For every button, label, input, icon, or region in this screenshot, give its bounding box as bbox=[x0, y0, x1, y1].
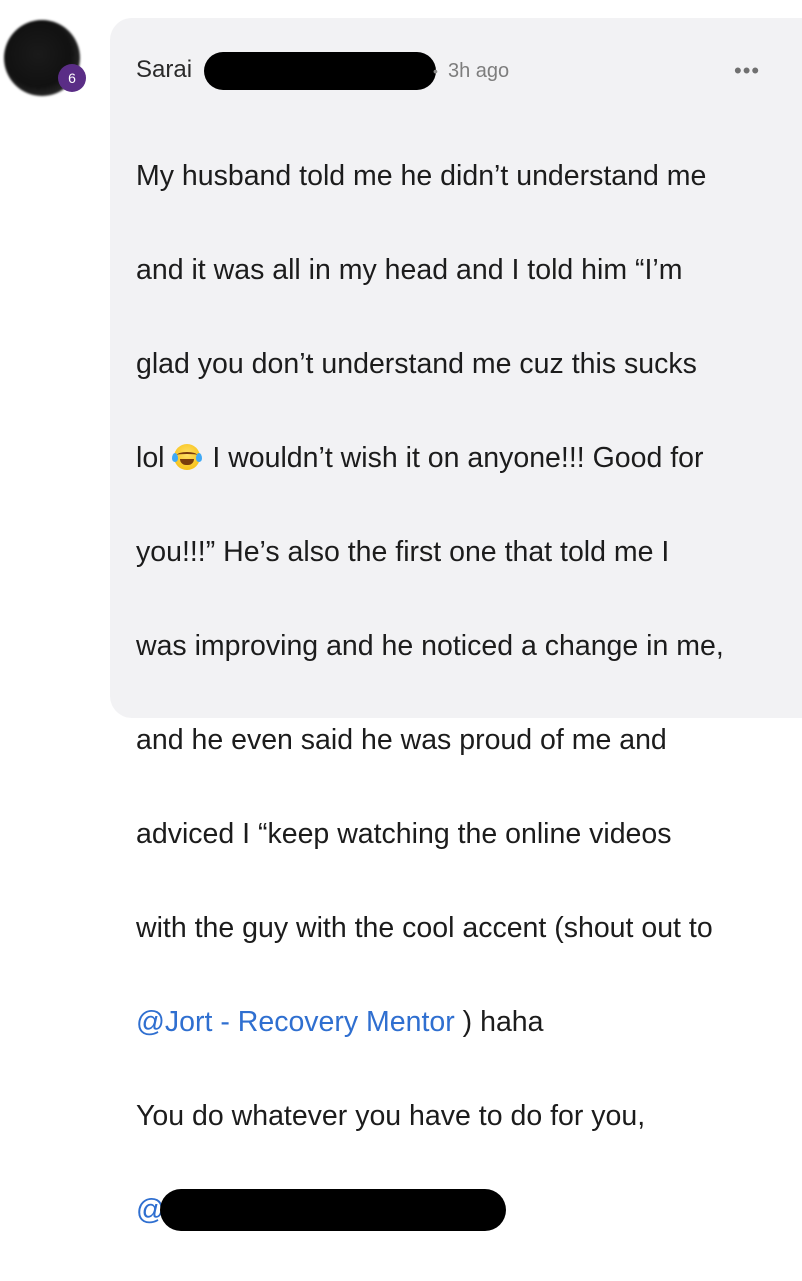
comment-line: @Jort - Recovery Mentor ) haha bbox=[136, 999, 786, 1046]
comment-line: @ bbox=[136, 1187, 786, 1234]
comment-header: Sarai • 3h ago ••• bbox=[136, 52, 796, 90]
time-separator: • bbox=[433, 63, 438, 79]
redacted-mention bbox=[160, 1189, 506, 1231]
comment-line: You do whatever you have to do for you, bbox=[136, 1100, 646, 1132]
comment-line: adviced I “keep watching the online vide… bbox=[136, 818, 672, 850]
comment-line: glad you don’t understand me cuz this su… bbox=[136, 348, 697, 380]
timestamp: 3h ago bbox=[448, 60, 510, 82]
more-options-button[interactable]: ••• bbox=[734, 58, 760, 84]
comment-line: My husband told me he didn’t understand … bbox=[136, 160, 707, 192]
comment-line: and he even said he was proud of me and bbox=[136, 724, 667, 756]
mention-link[interactable]: @Jort - Recovery Mentor bbox=[136, 1006, 455, 1038]
face-with-tears-of-joy-icon bbox=[172, 444, 203, 470]
comment-line: you!!!” He’s also the first one that tol… bbox=[136, 536, 670, 568]
comment-line: was improving and he noticed a change in… bbox=[136, 630, 724, 662]
comment-line: with the guy with the cool accent (shout… bbox=[136, 912, 713, 944]
comment-line: and it was all in my head and I told him… bbox=[136, 254, 683, 286]
redacted-author-surname bbox=[204, 52, 436, 90]
comment-line: lol I wouldn’t wish it on anyone!!! Good… bbox=[136, 435, 786, 482]
comment-body: My husband told me he didn’t understand … bbox=[136, 106, 786, 1281]
comment-text: I wouldn’t wish it on anyone!!! Good for bbox=[204, 442, 704, 474]
comment-text: lol bbox=[136, 442, 165, 474]
level-badge: 6 bbox=[58, 64, 86, 92]
comment-text: ) haha bbox=[454, 1006, 544, 1038]
author-name[interactable]: Sarai bbox=[136, 56, 192, 84]
